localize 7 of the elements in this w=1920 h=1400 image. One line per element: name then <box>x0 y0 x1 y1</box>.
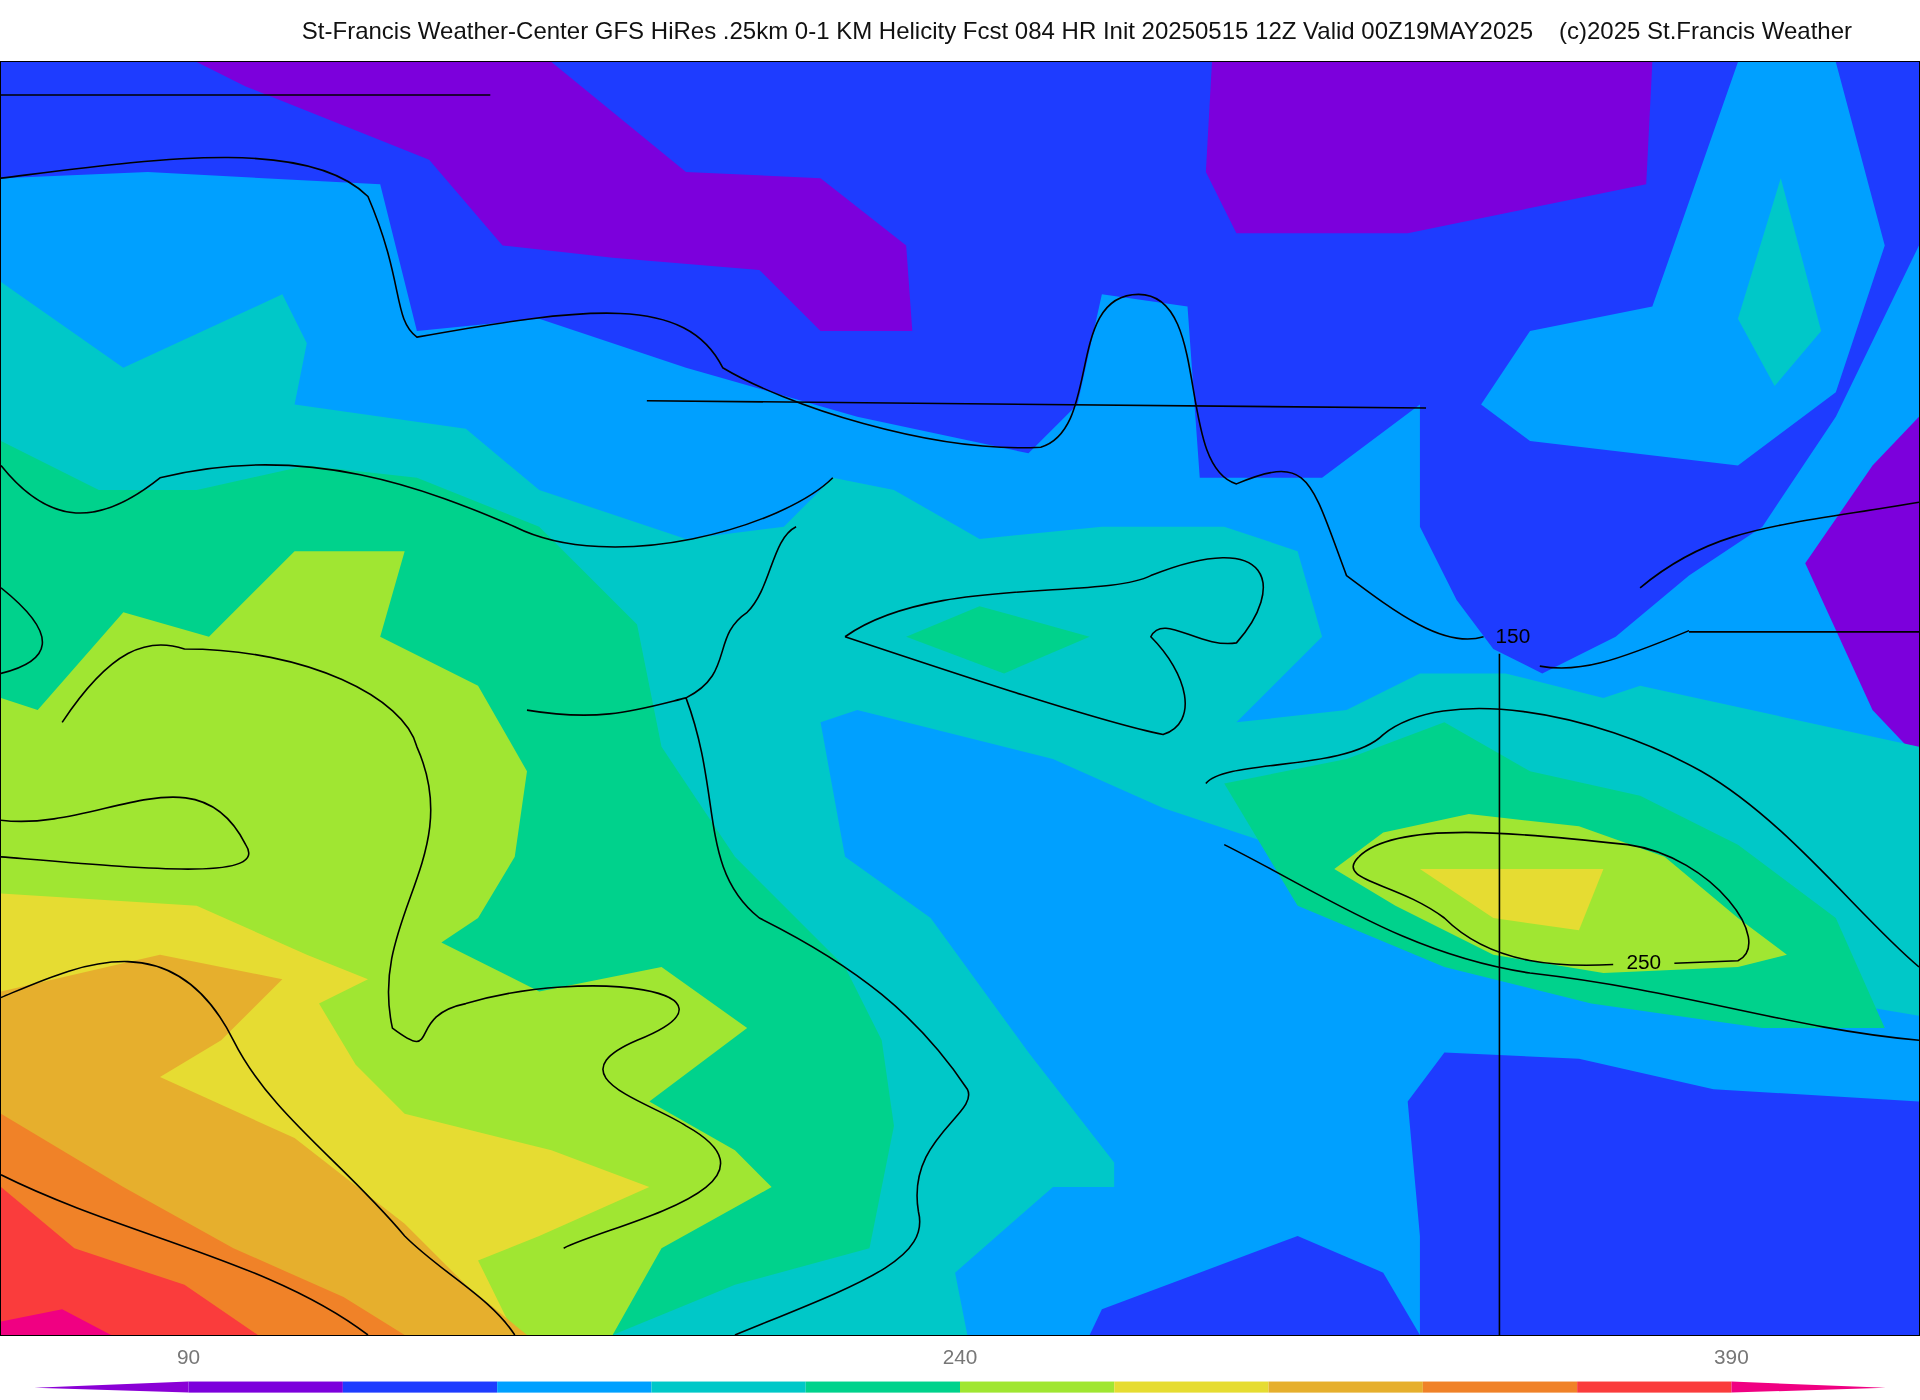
colorbar-tick-label: 90 <box>177 1344 201 1368</box>
contour-label: 150 <box>1495 624 1531 648</box>
colorbar-tick-label: 240 <box>942 1344 978 1368</box>
contour-label: 250 <box>1626 949 1662 973</box>
copyright-credit: (c)2025 St.Francis Weather <box>1559 16 1852 45</box>
map-title: St-Francis Weather-Center GFS HiRes .25km 0-1 KM Helicity Fcst 084 HR Init 20250515 12Z Valid 00Z19MAY2025 <box>301 16 1533 45</box>
colorbar-tick-label: 390 <box>1714 1344 1749 1368</box>
